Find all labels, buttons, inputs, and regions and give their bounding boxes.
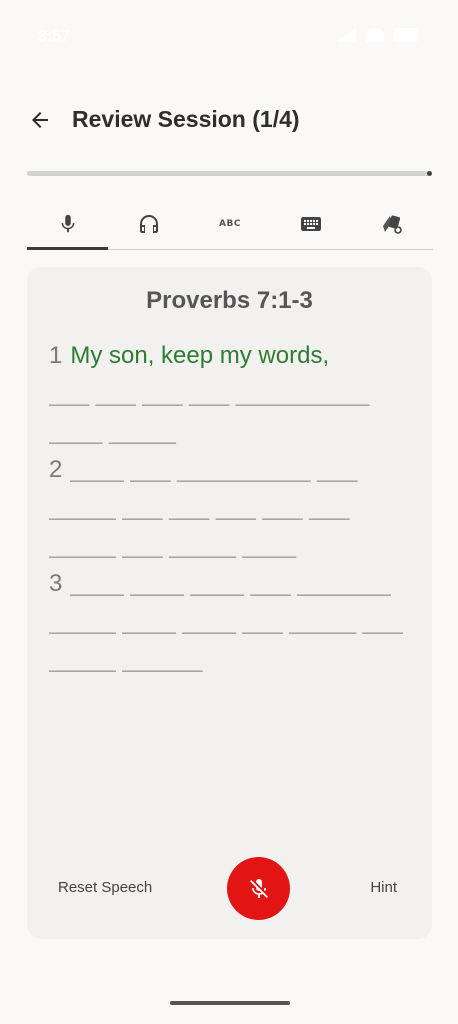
home-indicator (170, 1001, 290, 1005)
wifi-icon (366, 28, 384, 42)
verse-number: 2 (49, 456, 63, 483)
hidden-word-blanks: ____ ____ ____ ___ _______ (70, 570, 391, 597)
tab-speak[interactable] (27, 198, 109, 250)
tab-type[interactable] (271, 198, 352, 249)
hidden-word-blanks: ____ _____ (49, 418, 176, 445)
tab-abc[interactable]: ABC (189, 198, 270, 249)
status-icons (336, 28, 418, 42)
verse-number: 1 (49, 342, 63, 369)
arrow-left-icon (32, 112, 48, 128)
app-bar: Review Session (1/4) (0, 96, 458, 142)
verse-line: _____ ______ (49, 641, 411, 679)
keyboard-icon (301, 216, 322, 231)
verse-line: 2 ____ ___ __________ ___ (49, 451, 411, 489)
microphone-icon (61, 214, 75, 232)
session-progress-bar (27, 170, 432, 177)
mic-toggle-button[interactable] (227, 857, 290, 920)
signal-icon (336, 28, 356, 42)
verse-line: ____ _____ (49, 413, 411, 451)
battery-icon (394, 28, 418, 42)
tab-cards[interactable] (352, 198, 433, 249)
progress-end-dot (427, 171, 432, 176)
hidden-word-blanks: _____ ____ ____ ___ _____ ___ (49, 608, 403, 635)
verse-line: ___ ___ ___ ___ __________ (49, 375, 411, 413)
progress-fill (27, 171, 431, 176)
cards-icon (383, 215, 403, 234)
verse-line: 3 ____ ____ ____ ___ _______ (49, 565, 411, 603)
status-time: 3:57 (38, 28, 71, 45)
verse-number: 3 (49, 570, 63, 597)
verse-lines: 1 My son, keep my words, ___ ___ ___ ___ _… (49, 337, 411, 679)
reset-speech-button[interactable]: Reset Speech (58, 879, 152, 896)
hint-button[interactable]: Hint (370, 879, 397, 896)
hidden-word-blanks: _____ ___ _____ ____ (49, 532, 296, 559)
hidden-word-blanks: _____ ___ ___ ___ ___ ___ (49, 494, 350, 521)
verse-reference: Proverbs 7:1-3 (146, 287, 313, 314)
verse-line: _____ ___ _____ ____ (49, 527, 411, 565)
headphones-icon (139, 214, 158, 233)
verse-card: Proverbs 7:1-3 1 My son, keep my words, __… (27, 267, 432, 939)
page-title: Review Session (1/4) (72, 106, 300, 132)
verse-line: _____ ___ ___ ___ ___ ___ (49, 489, 411, 527)
mic-off-icon (249, 878, 268, 898)
hidden-word-blanks: ___ ___ ___ ___ __________ (49, 380, 370, 407)
verse-line: 1 My son, keep my words, (49, 337, 411, 375)
speech-controls: Reset Speech Hint (27, 857, 432, 921)
verse-line: _____ ____ ____ ___ _____ ___ (49, 603, 411, 641)
status-bar: 3:57 (0, 0, 458, 72)
tab-listen[interactable] (108, 198, 189, 249)
hidden-word-blanks: _____ ______ (49, 646, 203, 673)
abc-icon: ABC (219, 218, 241, 229)
hidden-word-blanks: ____ ___ __________ ___ (70, 456, 358, 483)
back-button[interactable] (24, 104, 56, 136)
revealed-text: My son, keep my words, (70, 342, 330, 369)
mode-tabs: ABC (27, 198, 433, 250)
